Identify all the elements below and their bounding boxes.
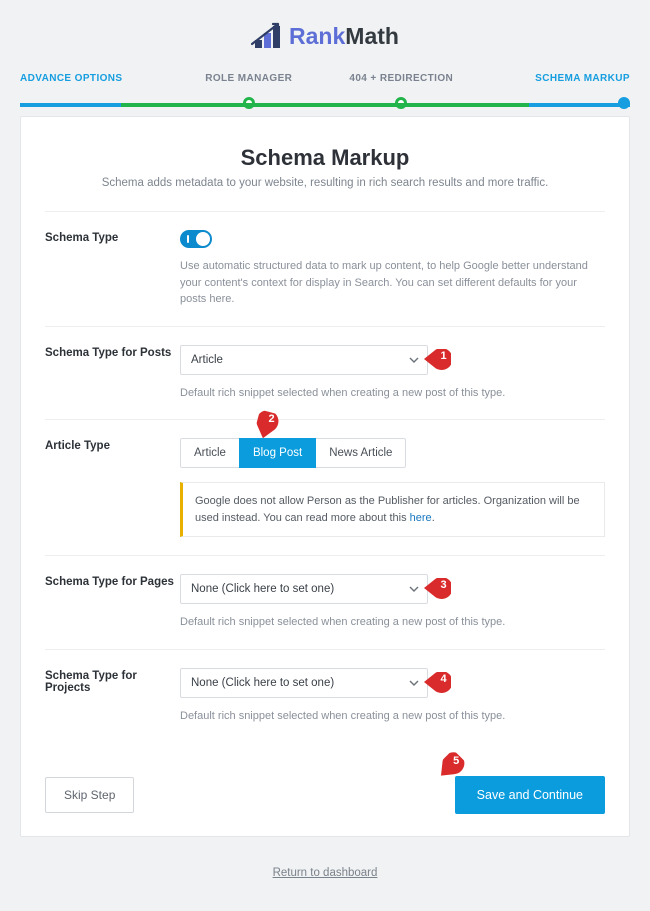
schema-type-label: Schema Type (45, 230, 180, 308)
callout-1: 1 (424, 349, 451, 371)
schema-markup-card: Schema Markup Schema adds metadata to yo… (20, 116, 630, 837)
rankmath-logo-icon (251, 22, 281, 50)
schema-pages-label: Schema Type for Pages (45, 574, 180, 631)
select-value: None (Click here to set one) (191, 583, 334, 595)
setup-stepper: ADVANCE OPTIONS ROLE MANAGER 404 + REDIR… (20, 73, 630, 84)
notice-link[interactable]: here (410, 512, 432, 524)
callout-5: 5 (437, 754, 464, 776)
callout-3: 3 (424, 578, 451, 600)
step-label: SCHEMA MARKUP (535, 73, 630, 84)
schema-projects-label: Schema Type for Projects (45, 668, 180, 725)
schema-posts-help: Default rich snippet selected when creat… (180, 385, 605, 402)
step-404-redirection[interactable]: 404 + REDIRECTION (325, 73, 478, 84)
schema-pages-help: Default rich snippet selected when creat… (180, 614, 605, 631)
schema-posts-select[interactable]: Article (180, 345, 428, 375)
select-value: Article (191, 354, 223, 366)
step-schema-markup[interactable]: SCHEMA MARKUP (478, 73, 631, 84)
schema-type-help: Use automatic structured data to mark up… (180, 258, 605, 308)
article-type-label: Article Type (45, 438, 180, 537)
article-type-blogpost[interactable]: Blog Post (239, 438, 316, 468)
page-subtitle: Schema adds metadata to your website, re… (45, 177, 605, 189)
save-continue-button[interactable]: Save and Continue (455, 776, 605, 814)
schema-type-toggle[interactable] (180, 230, 212, 248)
chevron-down-icon (409, 678, 419, 688)
schema-pages-select[interactable]: None (Click here to set one) (180, 574, 428, 604)
chevron-down-icon (409, 355, 419, 365)
step-label: ADVANCE OPTIONS (20, 73, 123, 84)
select-value: None (Click here to set one) (191, 677, 334, 689)
article-type-news[interactable]: News Article (315, 438, 406, 468)
schema-posts-label: Schema Type for Posts (45, 345, 180, 402)
callout-4: 4 (424, 672, 451, 694)
page-title: Schema Markup (45, 145, 605, 171)
step-label: ROLE MANAGER (205, 73, 292, 84)
step-advance-options[interactable]: ADVANCE OPTIONS (20, 73, 173, 84)
brand-name: RankMath (289, 23, 399, 50)
article-type-article[interactable]: Article (180, 438, 240, 468)
schema-projects-select[interactable]: None (Click here to set one) (180, 668, 428, 698)
step-label: 404 + REDIRECTION (349, 73, 453, 84)
schema-projects-help: Default rich snippet selected when creat… (180, 708, 605, 725)
brand-logo: RankMath (20, 20, 630, 55)
chevron-down-icon (409, 584, 419, 594)
article-type-notice: Google does not allow Person as the Publ… (180, 482, 605, 537)
skip-step-button[interactable]: Skip Step (45, 777, 134, 813)
return-dashboard-link[interactable]: Return to dashboard (273, 867, 378, 879)
article-type-group: Article Blog Post News Article (180, 438, 406, 468)
step-role-manager[interactable]: ROLE MANAGER (173, 73, 326, 84)
